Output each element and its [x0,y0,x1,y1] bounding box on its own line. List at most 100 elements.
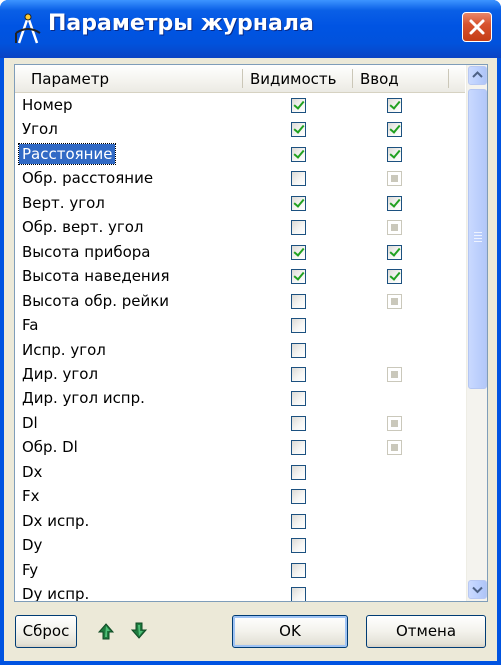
dialog-window: Параметры журнала Параметр Видимость Вво… [0,0,501,665]
visibility-checkbox[interactable] [291,391,306,407]
close-icon [469,19,485,35]
parameter-label: Верт. угол [22,193,105,212]
visibility-checkbox[interactable] [291,122,306,138]
parameter-label: Высота прибора [22,242,151,261]
input-checkbox [387,440,402,456]
visibility-checkbox[interactable] [291,513,306,529]
input-checkbox[interactable] [387,146,402,162]
visibility-checkbox[interactable] [291,538,306,554]
input-checkbox[interactable] [387,195,402,211]
visibility-checkbox[interactable] [291,318,306,334]
list-item[interactable]: Dy испр. [15,582,465,602]
arrow-down-icon [130,622,148,639]
input-checkbox[interactable] [387,244,402,260]
parameter-label: Fa [22,316,39,335]
reset-button[interactable]: Сброс [15,615,77,648]
visibility-checkbox[interactable] [291,440,306,456]
parameter-label: Обр. Dl [22,438,78,457]
list-item[interactable]: Дир. угол испр. [15,386,465,410]
list-item[interactable]: Верт. угол [15,191,465,215]
input-checkbox[interactable] [387,122,402,138]
visibility-checkbox[interactable] [291,171,306,187]
angle-measure-icon [15,13,41,44]
parameter-label: Fy [22,560,39,579]
list-item[interactable]: Dl [15,411,465,435]
list-item[interactable]: Высота обр. рейки [15,289,465,313]
visibility-checkbox[interactable] [291,464,306,480]
cancel-button[interactable]: Отмена [366,615,486,648]
close-button[interactable] [462,12,492,42]
list-item[interactable]: Испр. угол [15,338,465,362]
scroll-down-button[interactable] [468,580,487,599]
list-item[interactable]: Fy [15,558,465,582]
parameter-label: Dy испр. [22,585,90,602]
visibility-checkbox[interactable] [291,195,306,211]
input-checkbox[interactable] [387,98,402,113]
parameter-label: Дир. угол испр. [22,389,145,408]
arrow-up-icon [97,623,115,640]
list-item[interactable]: Обр. Dl [15,435,465,459]
parameter-label: Испр. угол [22,340,106,359]
thumb-grip [474,232,482,233]
parameter-label: Номер [22,96,73,114]
list-item[interactable]: Дир. угол [15,362,465,386]
visibility-checkbox[interactable] [291,366,306,382]
column-separator[interactable] [242,69,243,88]
chevron-up-icon [472,71,483,78]
parameter-label: Dl [22,413,38,432]
column-header-param[interactable]: Параметр [31,65,109,92]
list-item[interactable]: Угол [15,117,465,141]
column-separator[interactable] [352,69,353,88]
move-up-button[interactable] [97,622,115,642]
visibility-checkbox[interactable] [291,587,306,601]
scrollbar-thumb[interactable] [468,89,487,389]
list-item[interactable]: Обр. расстояние [15,166,465,190]
parameter-label: Высота наведения [22,267,170,286]
visibility-checkbox[interactable] [291,98,306,113]
input-checkbox [387,220,402,236]
move-down-button[interactable] [130,620,148,640]
input-checkbox [387,171,402,187]
visibility-checkbox[interactable] [291,489,306,505]
column-header-input[interactable]: Ввод [360,65,399,92]
ok-button[interactable]: OK [232,615,348,648]
list-item[interactable]: Высота прибора [15,240,465,264]
visibility-checkbox[interactable] [291,244,306,260]
column-separator[interactable] [448,69,449,88]
visibility-checkbox[interactable] [291,562,306,578]
thumb-grip [474,241,482,242]
parameter-label: Fx [22,487,40,506]
input-checkbox [387,415,402,431]
title-bar[interactable]: Параметры журнала [0,0,501,58]
list-header: Параметр Видимость Ввод [15,65,465,93]
visibility-checkbox[interactable] [291,293,306,309]
visibility-checkbox[interactable] [291,342,306,358]
list-item[interactable]: Номер [15,93,465,117]
list-item[interactable]: Dy [15,533,465,557]
parameter-label: Высота обр. рейки [22,291,170,310]
parameter-label: Дир. угол [22,364,99,383]
parameter-label: Dx испр. [22,511,90,530]
thumb-grip [474,235,482,236]
list-item[interactable]: Высота наведения [15,264,465,288]
list-item[interactable]: Расстояние [15,142,465,166]
visibility-checkbox[interactable] [291,269,306,285]
vertical-scrollbar[interactable] [466,65,487,601]
list-item[interactable]: Fx [15,484,465,508]
dialog-body: Параметр Видимость Ввод Номер Угол Расстоя… [4,58,497,661]
parameter-label: Расстояние [17,142,117,165]
thumb-grip [474,238,482,239]
list-item[interactable]: Dx [15,460,465,484]
parameter-label: Обр. расстояние [22,169,154,188]
parameter-label: Dy [22,536,43,555]
list-item[interactable]: Dx испр. [15,509,465,533]
visibility-checkbox[interactable] [291,415,306,431]
column-header-visibility[interactable]: Видимость [250,65,336,92]
visibility-checkbox[interactable] [291,220,306,236]
parameters-list[interactable]: Параметр Видимость Ввод Номер Угол Расстоя… [14,64,488,602]
visibility-checkbox[interactable] [291,146,306,162]
list-item[interactable]: Обр. верт. угол [15,215,465,239]
scroll-up-button[interactable] [468,66,487,85]
list-item[interactable]: Fa [15,313,465,337]
input-checkbox[interactable] [387,269,402,285]
